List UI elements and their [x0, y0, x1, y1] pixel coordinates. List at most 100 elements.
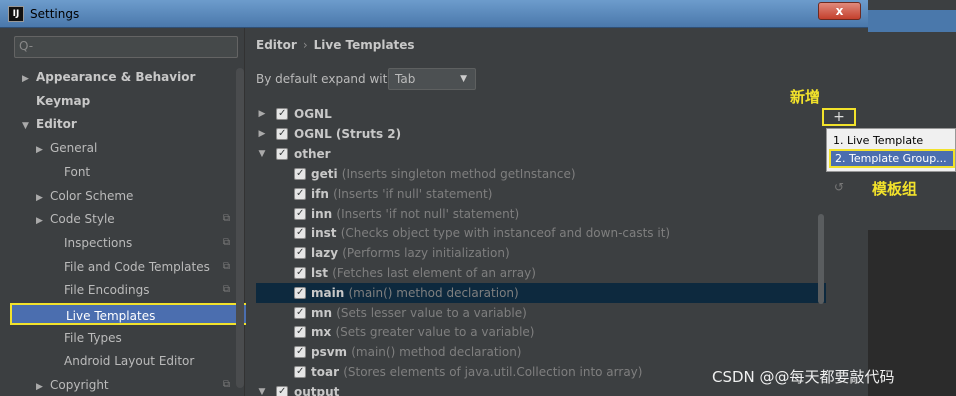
window-titlebar: IJ Settings x	[0, 0, 868, 28]
template-row[interactable]: psvm (main() method declaration)	[256, 342, 826, 362]
group-name: OGNL	[294, 107, 332, 121]
chevron-down-icon[interactable]: ▼	[256, 382, 268, 396]
sidebar-item-label: File Encodings	[64, 283, 150, 298]
sidebar-item-label: Appearance & Behavior	[36, 70, 196, 84]
settings-sidebar: Q- ▶ Appearance & Behavior Keymap ▼ Editor ▶ G…	[0, 28, 248, 396]
sidebar-item-label: Color Scheme	[50, 188, 134, 203]
templates-scrollbar[interactable]	[818, 214, 824, 304]
sidebar-scrollbar[interactable]	[236, 68, 244, 388]
sidebar-item[interactable]: File Types	[10, 327, 238, 349]
sidebar-item-label: File and Code Templates	[64, 259, 210, 274]
template-row[interactable]: lst (Fetches last element of an array)	[256, 263, 826, 283]
sidebar-item-label: Copyright	[50, 378, 109, 393]
group-checkbox[interactable]	[276, 382, 288, 396]
template-checkbox[interactable]	[294, 223, 306, 243]
template-group-row[interactable]: ▼ other	[256, 144, 826, 164]
template-checkbox[interactable]	[294, 243, 306, 263]
project-copy-icon: ⧉	[222, 236, 230, 248]
template-row[interactable]: inn (Inserts 'if not null' statement)	[256, 204, 826, 224]
template-row[interactable]: lazy (Performs lazy initialization)	[256, 243, 826, 263]
template-description: (Stores elements of java.util.Collection…	[343, 365, 643, 379]
add-button[interactable]: +	[822, 108, 856, 126]
sidebar-item[interactable]: ▼ Editor	[10, 113, 238, 135]
expand-with-value: Tab	[395, 72, 416, 86]
menu-item-template-group[interactable]: 2. Template Group...	[829, 149, 955, 168]
template-group-row[interactable]: ▶ OGNL	[256, 104, 826, 124]
live-templates-panel: Editor › Live Templates By default expand …	[246, 28, 861, 396]
breadcrumb: Editor › Live Templates	[256, 38, 415, 52]
chevron-right-icon: ▶	[22, 74, 29, 84]
sidebar-item[interactable]: ▶ Appearance & Behavior	[10, 66, 238, 88]
template-checkbox[interactable]	[294, 283, 306, 303]
watermark: CSDN @@每天都要敲代码	[712, 368, 895, 386]
sidebar-item[interactable]: ▶ Code Style ⧉	[10, 208, 238, 230]
chevron-right-icon[interactable]: ▶	[256, 104, 268, 124]
template-row[interactable]: mx (Sets greater value to a variable)	[256, 322, 826, 342]
sidebar-item-label: Font	[64, 164, 91, 179]
sidebar-item[interactable]: Keymap	[10, 90, 238, 112]
project-copy-icon: ⧉	[222, 213, 230, 225]
template-description: (Inserts 'if null' statement)	[333, 186, 493, 201]
template-description: (Inserts 'if not null' statement)	[336, 206, 520, 221]
chevron-right-icon[interactable]: ▶	[256, 124, 268, 144]
sidebar-item-label: Editor	[36, 117, 77, 132]
sidebar-item[interactable]: Font	[10, 161, 238, 183]
group-name: output	[294, 384, 340, 396]
sidebar-item[interactable]: Android Layout Editor	[10, 350, 238, 372]
template-checkbox[interactable]	[294, 322, 306, 342]
sidebar-item-label: Keymap	[36, 93, 91, 108]
menu-item-live-template[interactable]: 1. Live Template	[829, 131, 955, 150]
template-row[interactable]: ifn (Inserts 'if null' statement)	[256, 184, 826, 204]
breadcrumb-parent[interactable]: Editor	[256, 38, 297, 52]
template-abbreviation: inst	[311, 226, 337, 241]
template-row[interactable]: inst (Checks object type with instanceof…	[256, 223, 826, 243]
group-checkbox[interactable]	[276, 104, 288, 124]
template-checkbox[interactable]	[294, 303, 306, 323]
chevron-right-icon: ▶	[36, 382, 43, 393]
template-entry: lazy (Performs lazy initialization)	[311, 243, 510, 263]
template-checkbox[interactable]	[294, 263, 306, 283]
chevron-right-icon: ▶	[36, 192, 43, 203]
template-checkbox[interactable]	[294, 204, 306, 224]
template-entry: lst (Fetches last element of an array)	[311, 263, 536, 283]
template-entry: geti (Inserts singleton method getInstan…	[311, 164, 576, 184]
template-group-row[interactable]: ▶ OGNL (Struts 2)	[256, 124, 826, 144]
sidebar-item[interactable]: ▶ Color Scheme	[10, 185, 238, 207]
template-checkbox[interactable]	[294, 164, 306, 184]
template-abbreviation: toar	[311, 365, 339, 379]
breadcrumb-current: Live Templates	[313, 38, 415, 52]
template-abbreviation: mx	[311, 325, 332, 340]
template-row[interactable]: geti (Inserts singleton method getInstan…	[256, 164, 826, 184]
template-entry: mx (Sets greater value to a variable)	[311, 322, 534, 342]
chevron-down-icon[interactable]: ▼	[256, 144, 268, 164]
template-row[interactable]: main (main() method declaration)	[256, 282, 826, 303]
template-entry: inn (Inserts 'if not null' statement)	[311, 204, 519, 224]
template-description: (main() method declaration)	[351, 345, 522, 360]
template-row[interactable]: mn (Sets lesser value to a variable)	[256, 303, 826, 323]
sidebar-item[interactable]: File and Code Templates ⧉	[10, 256, 238, 278]
template-abbreviation: main	[311, 285, 345, 300]
sidebar-item[interactable]: ▶ General	[10, 137, 238, 159]
project-copy-icon: ⧉	[222, 379, 230, 391]
sidebar-item[interactable]: ▶ Copyright ⧉	[10, 374, 238, 396]
template-description: (Performs lazy initialization)	[342, 246, 510, 261]
sidebar-item[interactable]: Inspections ⧉	[10, 232, 238, 254]
window-title: Settings	[30, 7, 80, 21]
template-checkbox[interactable]	[294, 362, 306, 382]
undo-icon[interactable]: ↺	[834, 180, 844, 194]
group-checkbox[interactable]	[276, 124, 288, 144]
expand-with-select[interactable]: Tab ▼	[388, 68, 476, 90]
intellij-app-icon: IJ	[8, 6, 24, 22]
breadcrumb-separator: ›	[302, 38, 308, 52]
template-description: (main() method declaration)	[348, 285, 519, 300]
template-description: (Sets greater value to a variable)	[335, 325, 535, 340]
sidebar-item[interactable]: File Encodings ⧉	[10, 279, 238, 301]
group-name: OGNL (Struts 2)	[294, 127, 402, 141]
settings-search-input[interactable]: Q-	[14, 36, 238, 58]
template-entry: toar (Stores elements of java.util.Colle…	[311, 362, 642, 382]
template-checkbox[interactable]	[294, 342, 306, 362]
group-checkbox[interactable]	[276, 144, 288, 164]
sidebar-item[interactable]: Live Templates	[10, 303, 248, 325]
close-button[interactable]: x	[818, 2, 861, 20]
template-checkbox[interactable]	[294, 184, 306, 204]
